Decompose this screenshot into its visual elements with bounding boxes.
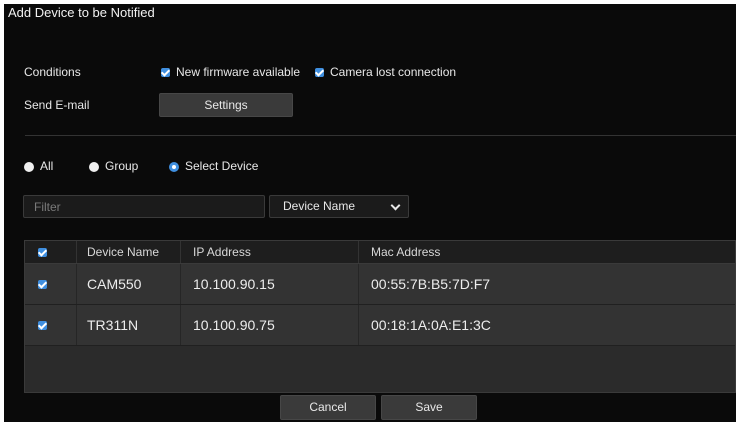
radio-all[interactable]: All — [24, 159, 53, 173]
row-checkbox-cell[interactable] — [38, 305, 53, 345]
ip-address-cell: 10.100.90.15 — [193, 276, 275, 292]
select-all-cell[interactable] — [38, 241, 53, 263]
settings-button[interactable]: Settings — [159, 93, 293, 117]
camera-lost-checkbox[interactable] — [315, 68, 324, 78]
add-device-dialog: Add Device to be Notified Conditions New… — [4, 4, 736, 422]
divider — [25, 135, 736, 136]
table-row[interactable]: CAM550 10.100.90.15 00:55:7B:B5:7D:F7 — [25, 264, 735, 305]
select-all-checkbox[interactable] — [38, 247, 47, 257]
radio-group[interactable]: Group — [89, 159, 138, 173]
table-header: Device Name IP Address Mac Address — [25, 241, 735, 264]
device-name-cell: CAM550 — [87, 276, 142, 292]
radio-all-button[interactable] — [24, 161, 34, 172]
device-table: Device Name IP Address Mac Address CAM55… — [24, 240, 736, 393]
sort-select-value: Device Name — [283, 199, 356, 213]
table-row[interactable]: TR311N 10.100.90.75 00:18:1A:0A:E1:3C — [25, 305, 735, 346]
device-name-cell: TR311N — [87, 317, 139, 333]
mac-address-cell: 00:18:1A:0A:E1:3C — [371, 317, 491, 333]
row-checkbox-cell[interactable] — [38, 264, 53, 304]
radio-all-label: All — [40, 159, 54, 173]
sort-select[interactable]: Device Name — [269, 195, 409, 218]
radio-select-device-label: Select Device — [185, 159, 259, 173]
mac-address-cell: 00:55:7B:B5:7D:F7 — [371, 276, 491, 292]
new-firmware-option[interactable]: New firmware available — [161, 65, 300, 79]
header-device-name[interactable]: Device Name — [87, 241, 159, 263]
header-mac-address[interactable]: Mac Address — [371, 241, 440, 263]
row-checkbox[interactable] — [38, 320, 47, 330]
radio-select-device[interactable]: Select Device — [169, 159, 258, 173]
camera-lost-label: Camera lost connection — [330, 65, 457, 79]
new-firmware-label: New firmware available — [176, 65, 301, 79]
dialog-title: Add Device to be Notified — [8, 5, 155, 20]
radio-group-label: Group — [105, 159, 139, 173]
send-email-label: Send E-mail — [24, 98, 90, 112]
ip-address-cell: 10.100.90.75 — [193, 317, 275, 333]
header-ip-address[interactable]: IP Address — [193, 241, 251, 263]
chevron-down-icon — [390, 200, 401, 211]
row-checkbox[interactable] — [38, 279, 47, 289]
save-button[interactable]: Save — [381, 395, 477, 420]
camera-lost-option[interactable]: Camera lost connection — [315, 65, 456, 79]
conditions-label: Conditions — [24, 65, 81, 79]
filter-input[interactable]: Filter — [23, 195, 265, 218]
radio-select-device-button[interactable] — [169, 161, 179, 172]
cancel-button[interactable]: Cancel — [280, 395, 376, 420]
radio-group-button[interactable] — [89, 161, 99, 172]
new-firmware-checkbox[interactable] — [161, 68, 170, 78]
